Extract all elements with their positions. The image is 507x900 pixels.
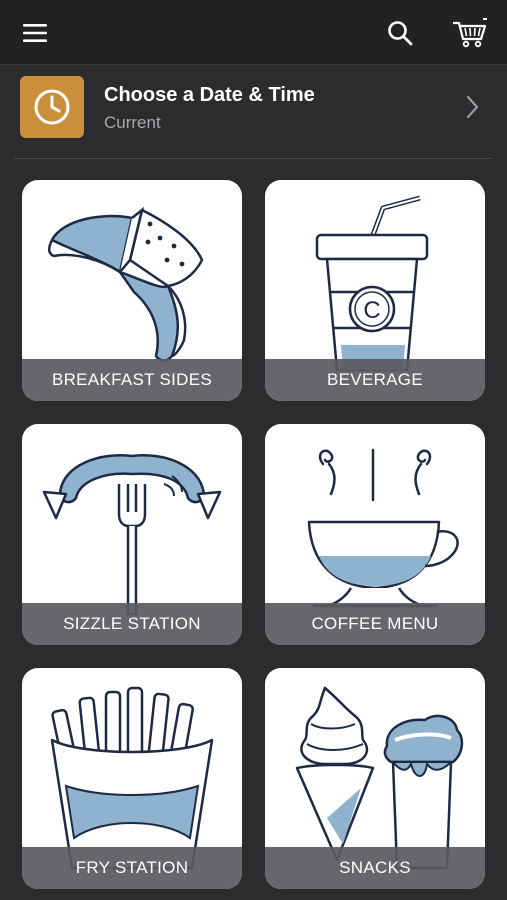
category-label: SIZZLE STATION <box>63 614 201 633</box>
category-tile-snacks[interactable]: SNACKS <box>265 668 485 889</box>
category-label: BREAKFAST SIDES <box>51 370 213 389</box>
clock-icon <box>20 76 84 138</box>
category-label: BEVERAGE <box>327 370 423 389</box>
category-tile-sizzle-station[interactable]: SIZZLE STATION <box>22 424 242 645</box>
category-label: SNACKS <box>339 858 411 877</box>
category-tile-beverage[interactable]: C BEVERAGE <box>265 180 485 401</box>
category-grid: BREAKFAST SIDES C BEVERAGE SIZZLE STATIO… <box>22 180 486 890</box>
shopping-cart-icon[interactable] <box>448 12 492 54</box>
category-tile-fry-station[interactable]: FRY STATION <box>22 668 242 889</box>
date-time-selector[interactable]: Choose a Date & Time Current <box>14 68 492 159</box>
category-label-bar: BREAKFAST SIDES <box>22 359 242 401</box>
category-label: FRY STATION <box>75 858 189 877</box>
date-time-subtitle: Current <box>104 113 161 132</box>
category-label-bar: FRY STATION <box>22 847 242 889</box>
category-tile-breakfast-sides[interactable]: BREAKFAST SIDES <box>22 180 242 401</box>
category-label-bar: SIZZLE STATION <box>22 603 242 645</box>
date-time-title: Choose a Date & Time <box>104 84 315 106</box>
svg-text:C: C <box>363 297 380 324</box>
category-label: COFFEE MENU <box>311 614 439 633</box>
top-bar <box>0 0 507 65</box>
category-label-bar: COFFEE MENU <box>265 603 485 645</box>
chevron-right-icon <box>462 94 482 120</box>
category-tile-coffee-menu[interactable]: COFFEE MENU <box>265 424 485 645</box>
category-label-bar: SNACKS <box>265 847 485 889</box>
hamburger-menu-icon[interactable] <box>16 14 54 52</box>
search-icon[interactable] <box>381 14 419 52</box>
category-label-bar: BEVERAGE <box>265 359 485 401</box>
